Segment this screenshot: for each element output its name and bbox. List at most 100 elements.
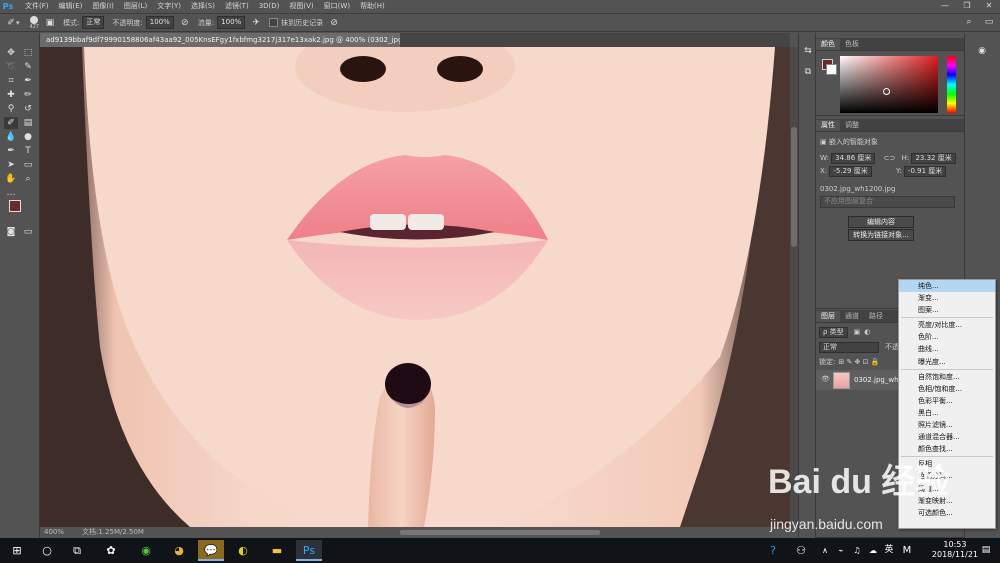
- tab-properties[interactable]: 属性: [816, 120, 840, 131]
- menu-item-exposure[interactable]: 曝光度...: [899, 356, 995, 368]
- people-icon[interactable]: ⚇: [788, 540, 814, 561]
- menu-item-curves[interactable]: 曲线...: [899, 343, 995, 355]
- menu-select[interactable]: 选择(S): [186, 0, 220, 13]
- filter-adjust-icon[interactable]: ◐: [864, 328, 870, 336]
- history-brush-tool-icon[interactable]: ↺: [21, 103, 35, 115]
- brush-tool-icon[interactable]: ✏: [21, 89, 35, 101]
- erase-history-checkbox[interactable]: [269, 18, 279, 27]
- color-field[interactable]: [840, 56, 938, 113]
- convert-linked-button[interactable]: 转换为链接对象...: [848, 229, 914, 241]
- maximize-button[interactable]: ❐: [956, 0, 978, 13]
- tool-preset-picker[interactable]: ✐ ▾: [6, 18, 19, 28]
- browser-icon[interactable]: ◉: [133, 540, 159, 561]
- flow-field[interactable]: 100%: [217, 16, 246, 29]
- quick-mask-icon[interactable]: ◙: [4, 226, 18, 238]
- menu-item-black-white[interactable]: 黑白...: [899, 407, 995, 419]
- x-field[interactable]: -5.29 厘米: [829, 166, 872, 177]
- y-field[interactable]: -0.91 厘米: [903, 166, 947, 177]
- rectangle-tool-icon[interactable]: ▭: [21, 159, 35, 171]
- history-panel-icon[interactable]: ⇆: [801, 45, 815, 57]
- zoom-level[interactable]: 400%: [44, 527, 64, 538]
- close-button[interactable]: ✕: [978, 0, 1000, 13]
- game-app-icon[interactable]: ◐: [230, 540, 256, 561]
- healing-brush-tool-icon[interactable]: ✚: [4, 89, 18, 101]
- layer-comp-select[interactable]: 不应用图层复合: [820, 196, 955, 208]
- screen-mode-icon[interactable]: ▭: [21, 226, 35, 238]
- tab-channels[interactable]: 通道: [840, 311, 864, 322]
- menu-layer[interactable]: 图层(L): [119, 0, 152, 13]
- zoom-tool-icon[interactable]: ⌕: [21, 173, 35, 185]
- tab-paths[interactable]: 路径: [864, 311, 888, 322]
- foreground-color-swatch[interactable]: [9, 200, 21, 212]
- crop-tool-icon[interactable]: ⌗: [4, 75, 18, 87]
- menu-item-channel-mixer[interactable]: 通道混合器...: [899, 431, 995, 443]
- brush-preset-picker[interactable]: 427: [30, 15, 39, 30]
- tab-swatches[interactable]: 色板: [840, 39, 864, 50]
- menu-3d[interactable]: 3D(D): [254, 0, 285, 13]
- menu-item-brightness-contrast[interactable]: 亮度/对比度...: [899, 319, 995, 331]
- blur-tool-icon[interactable]: 💧: [4, 131, 18, 143]
- hue-slider[interactable]: [947, 56, 956, 113]
- system-clock[interactable]: 10:53 2018/11/21: [932, 540, 978, 560]
- marquee-tool-icon[interactable]: ⬚: [21, 47, 35, 59]
- tab-adjustments[interactable]: 调整: [840, 120, 864, 131]
- mode-select[interactable]: 正常: [82, 16, 105, 29]
- airbrush-icon[interactable]: ✈: [251, 18, 261, 28]
- menu-filter[interactable]: 滤镜(T): [220, 0, 254, 13]
- lasso-tool-icon[interactable]: ➰: [4, 61, 18, 73]
- dodge-tool-icon[interactable]: ●: [21, 131, 35, 143]
- menu-item-vibrance[interactable]: 自然饱和度...: [899, 371, 995, 383]
- more-tools-icon[interactable]: …: [4, 187, 18, 199]
- tab-layers[interactable]: 图层: [816, 311, 840, 322]
- workspace-icon[interactable]: ▭: [984, 17, 994, 27]
- actions-panel-icon[interactable]: ⧉: [801, 66, 815, 78]
- layer-filter-select[interactable]: ρ 类型: [819, 327, 848, 338]
- pressure-size-icon[interactable]: ⊘: [329, 18, 339, 28]
- menu-item-photo-filter[interactable]: 照片滤镜...: [899, 419, 995, 431]
- colorful-app-icon[interactable]: ◕: [166, 540, 192, 561]
- notification-icon[interactable]: ▤: [976, 540, 996, 561]
- menu-window[interactable]: 窗口(W): [319, 0, 355, 13]
- scrollbar-thumb[interactable]: [791, 127, 797, 247]
- gradient-tool-icon[interactable]: ▤: [21, 117, 35, 129]
- menu-view[interactable]: 视图(V): [284, 0, 318, 13]
- blend-mode-select[interactable]: 正常: [819, 342, 879, 353]
- type-tool-icon[interactable]: T: [21, 145, 35, 157]
- task-view-icon[interactable]: ⧉: [64, 540, 90, 561]
- menu-file[interactable]: 文件(F): [20, 0, 54, 13]
- menu-edit[interactable]: 编辑(E): [54, 0, 88, 13]
- opacity-field[interactable]: 100%: [145, 16, 174, 29]
- visibility-eye-icon[interactable]: 👁: [821, 375, 830, 383]
- edit-contents-button[interactable]: 编辑内容: [848, 216, 914, 228]
- menu-item-pattern[interactable]: 图案...: [899, 304, 995, 316]
- menu-image[interactable]: 图像(I): [87, 0, 119, 13]
- windows-start-icon[interactable]: ⊞: [4, 540, 30, 561]
- search-icon[interactable]: ○: [34, 540, 60, 561]
- brush-panel-toggle[interactable]: ▣: [45, 18, 55, 28]
- pressure-opacity-icon[interactable]: ⊘: [180, 18, 190, 28]
- hand-tool-icon[interactable]: ✋: [4, 173, 18, 185]
- pen-tool-icon[interactable]: ✒: [4, 145, 18, 157]
- ime-mode-icon[interactable]: M: [894, 540, 920, 561]
- eraser-tool-icon[interactable]: ✐: [4, 117, 18, 129]
- menu-item-gradient[interactable]: 渐变...: [899, 292, 995, 304]
- menu-type[interactable]: 文字(Y): [152, 0, 186, 13]
- lock-icons[interactable]: ⊞ ✎ ✥ ⊡ 🔒: [838, 358, 879, 366]
- minimize-button[interactable]: —: [934, 0, 956, 13]
- menu-item-hue-saturation[interactable]: 色相/饱和度...: [899, 383, 995, 395]
- quick-select-tool-icon[interactable]: ✎: [21, 61, 35, 73]
- document-tab[interactable]: ad9139bbaf9df79990158806af43aa92_005KnsE…: [40, 33, 400, 47]
- path-select-tool-icon[interactable]: ➤: [4, 159, 18, 171]
- w-field[interactable]: 34.86 厘米: [831, 153, 876, 164]
- menu-help[interactable]: 帮助(H): [355, 0, 390, 13]
- background-color-mini[interactable]: [826, 64, 837, 75]
- help-icon[interactable]: ?: [760, 540, 786, 561]
- horizontal-scrollbar[interactable]: [400, 530, 600, 535]
- clone-stamp-tool-icon[interactable]: ⚲: [4, 103, 18, 115]
- menu-item-levels[interactable]: 色阶...: [899, 331, 995, 343]
- color-picker-ring[interactable]: [883, 88, 890, 95]
- eyedropper-tool-icon[interactable]: ✒: [21, 75, 35, 87]
- menu-item-color-balance[interactable]: 色彩平衡...: [899, 395, 995, 407]
- file-explorer-icon[interactable]: ▬: [264, 540, 290, 561]
- wechat-icon[interactable]: 💬: [198, 540, 224, 561]
